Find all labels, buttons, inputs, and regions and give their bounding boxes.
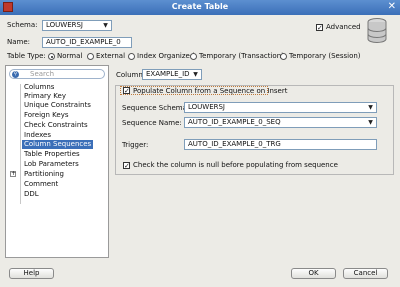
sequence-name-value: AUTO_ID_EXAMPLE_0_SEQ	[188, 118, 281, 126]
populate-label: Populate Column from a Sequence on Inser…	[133, 87, 288, 95]
nav-item-check-constraints[interactable]: Check Constraints	[24, 121, 88, 130]
radio-temporary-transaction-label: Temporary (Transaction)	[199, 52, 284, 60]
nav-item-table-properties[interactable]: Table Properties	[24, 150, 80, 159]
trigger-label: Trigger:	[122, 141, 149, 149]
nav-item-foreign-keys[interactable]: Foreign Keys	[24, 111, 68, 120]
populate-checkbox[interactable]: ✓	[123, 87, 130, 95]
radio-normal-label: Normal	[57, 52, 83, 60]
nav-item-comment[interactable]: Comment	[24, 180, 58, 189]
radio-temporary-session[interactable]	[280, 53, 287, 60]
search-placeholder: Search	[30, 70, 55, 78]
nav-item-primary-key[interactable]: Primary Key	[24, 92, 66, 101]
sequence-schema-select[interactable]: LOUWERSJ ▼	[184, 102, 377, 113]
sequence-schema-value: LOUWERSJ	[188, 103, 225, 111]
populate-option[interactable]: ✓ Populate Column from a Sequence on Ins…	[120, 86, 287, 95]
name-field[interactable]: AUTO_ID_EXAMPLE_0	[42, 37, 132, 48]
help-button[interactable]: Help	[9, 268, 54, 279]
nav-item-lob-parameters[interactable]: Lob Parameters	[24, 160, 79, 169]
sequence-name-select[interactable]: AUTO_ID_EXAMPLE_0_SEQ ▼	[184, 117, 377, 128]
advanced-checkbox[interactable]: ✓	[316, 24, 323, 32]
radio-external-label: External	[96, 52, 126, 60]
tree-guide	[20, 84, 21, 204]
chevron-down-icon: ▼	[368, 119, 373, 126]
radio-temporary-transaction[interactable]	[190, 53, 197, 60]
null-check-checkbox[interactable]: ✓	[123, 162, 130, 170]
schema-label: Schema:	[7, 21, 38, 29]
schema-select[interactable]: LOUWERSJ ▼	[42, 20, 112, 31]
window-title: Create Table	[171, 2, 229, 11]
trigger-field[interactable]: AUTO_ID_EXAMPLE_0_TRG	[184, 139, 377, 150]
chevron-down-icon: ▼	[193, 71, 198, 78]
navigation-panel: ⚲ Search Columns Primary Key Unique Cons…	[5, 65, 109, 258]
nav-item-column-sequences[interactable]: Column Sequences	[22, 140, 94, 149]
schema-value: LOUWERSJ	[46, 21, 83, 29]
column-value: EXAMPLE_ID	[146, 70, 190, 78]
database-icon	[367, 18, 387, 43]
column-select[interactable]: EXAMPLE_ID ▼	[142, 69, 202, 80]
chevron-down-icon: ▼	[368, 104, 373, 111]
sequence-name-label: Sequence Name:	[122, 119, 182, 127]
ok-button[interactable]: OK	[291, 268, 336, 279]
close-icon[interactable]: ✕	[388, 1, 396, 13]
sequence-schema-label: Sequence Schema:	[122, 104, 190, 112]
nav-item-partitioning[interactable]: Partitioning	[24, 170, 64, 179]
name-label: Name:	[7, 38, 31, 46]
title-bar: Create Table ✕	[0, 0, 400, 15]
radio-external[interactable]	[87, 53, 94, 60]
nav-item-columns[interactable]: Columns	[24, 83, 54, 92]
expand-icon[interactable]: +	[10, 171, 16, 177]
radio-index-organized-label: Index Organized	[137, 52, 195, 60]
advanced-label: Advanced	[326, 23, 361, 31]
radio-index-organized[interactable]	[128, 53, 135, 60]
column-label: Column:	[116, 71, 146, 79]
cancel-button[interactable]: Cancel	[343, 268, 388, 279]
nav-item-indexes[interactable]: Indexes	[24, 131, 51, 140]
nav-item-ddl[interactable]: DDL	[24, 190, 39, 199]
table-type-label: Table Type:	[7, 52, 46, 60]
nav-item-unique-constraints[interactable]: Unique Constraints	[24, 101, 91, 110]
chevron-down-icon: ▼	[103, 22, 108, 29]
null-check-label: Check the column is null before populati…	[133, 161, 338, 169]
search-input[interactable]: ⚲ Search	[9, 69, 105, 79]
radio-temporary-session-label: Temporary (Session)	[289, 52, 361, 60]
radio-normal[interactable]	[48, 53, 55, 60]
search-icon: ⚲	[12, 71, 19, 78]
